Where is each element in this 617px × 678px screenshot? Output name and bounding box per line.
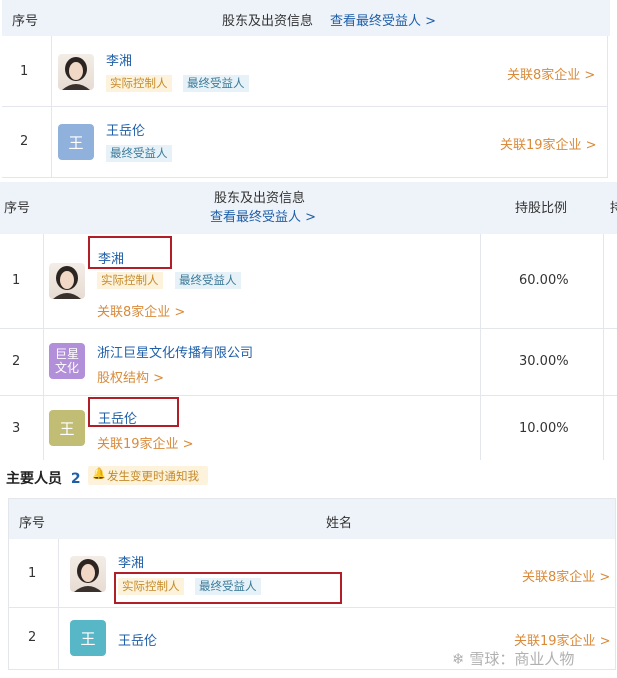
avatar: 王	[58, 124, 94, 160]
highlight-box	[88, 397, 179, 427]
row-index: 3	[12, 421, 21, 436]
share-ratio: 60.00%	[519, 273, 569, 288]
tag-ultimate-beneficiary: 最终受益人	[175, 272, 241, 289]
equity-structure-link[interactable]: 股权结构 >	[97, 367, 164, 386]
col-header-shareholder: 股东及出资信息	[214, 191, 306, 206]
view-beneficiary-link[interactable]: 查看最终受益人 >	[330, 10, 436, 29]
row-index: 1	[28, 566, 37, 581]
col-header-ratio: 持股比例	[515, 201, 568, 216]
company-avatar: 巨星 文化	[49, 343, 85, 379]
col-header-index: 序号	[19, 516, 46, 531]
row-index: 2	[12, 354, 21, 369]
person-name[interactable]: 李湘	[118, 552, 144, 571]
section-title: 主要人员 2	[6, 468, 81, 488]
notify-label: 发生变更时通知我	[107, 469, 199, 483]
section-count: 2	[70, 471, 81, 487]
row-index: 2	[28, 630, 37, 645]
tag-ultimate-beneficiary: 最终受益人	[106, 145, 172, 162]
col-header-more: 持	[610, 201, 617, 216]
table-header	[9, 499, 615, 539]
highlight-box	[114, 572, 342, 604]
share-ratio: 30.00%	[519, 354, 569, 369]
panel-shareholders-ratio: 序号 股东及出资信息 查看最终受益人 > 持股比例 持 1 李湘 实际控制人 最…	[0, 178, 617, 460]
related-companies-link[interactable]: 关联19家企业 >	[97, 433, 194, 452]
related-companies-link[interactable]: 关联19家企业 >	[514, 630, 611, 649]
company-name[interactable]: 浙江巨星文化传播有限公司	[97, 342, 253, 361]
row-index: 2	[20, 134, 29, 149]
notify-button[interactable]: 🔔 发生变更时通知我	[88, 466, 208, 485]
col-header-shareholder: 股东及出资信息	[222, 14, 314, 29]
view-beneficiary-link[interactable]: 查看最终受益人 >	[210, 206, 316, 225]
related-companies-link[interactable]: 关联8家企业 >	[97, 301, 185, 320]
row-index: 1	[12, 273, 21, 288]
related-companies-link[interactable]: 关联8家企业 >	[507, 64, 595, 83]
tag-actual-controller: 实际控制人	[106, 75, 172, 92]
section-title-text: 主要人员	[6, 471, 62, 487]
highlight-box	[88, 236, 172, 269]
watermark-text: 雪球：商业人物	[469, 650, 575, 668]
avatar	[49, 263, 85, 299]
col-header-name: 姓名	[326, 516, 353, 531]
share-ratio: 10.00%	[519, 421, 569, 436]
tag-ultimate-beneficiary: 最终受益人	[183, 75, 249, 92]
person-name[interactable]: 王岳伦	[106, 120, 145, 139]
col-header-index: 序号	[12, 14, 39, 29]
avatar	[58, 54, 94, 90]
row-index: 1	[20, 64, 29, 79]
related-companies-link[interactable]: 关联8家企业 >	[522, 566, 610, 585]
tag-actual-controller: 实际控制人	[97, 272, 163, 289]
panel-shareholders-top: 序号 股东及出资信息 查看最终受益人 > 1 李湘 实际控制人 最终受益人 关联…	[0, 0, 617, 178]
avatar	[70, 556, 106, 592]
avatar: 王	[49, 410, 85, 446]
related-companies-link[interactable]: 关联19家企业 >	[500, 134, 597, 153]
col-header-index: 序号	[4, 201, 31, 216]
person-name[interactable]: 李湘	[106, 50, 132, 69]
snowball-logo-icon: ❄	[452, 650, 465, 668]
panel-key-personnel: 主要人员 2 🔔 发生变更时通知我 序号 姓名 1 李湘 实际控制人 最终受益人…	[0, 460, 617, 678]
person-name[interactable]: 王岳伦	[118, 630, 157, 649]
bell-icon: 🔔	[92, 467, 106, 480]
watermark: ❄ 雪球：商业人物	[452, 648, 574, 669]
avatar: 王	[70, 620, 106, 656]
